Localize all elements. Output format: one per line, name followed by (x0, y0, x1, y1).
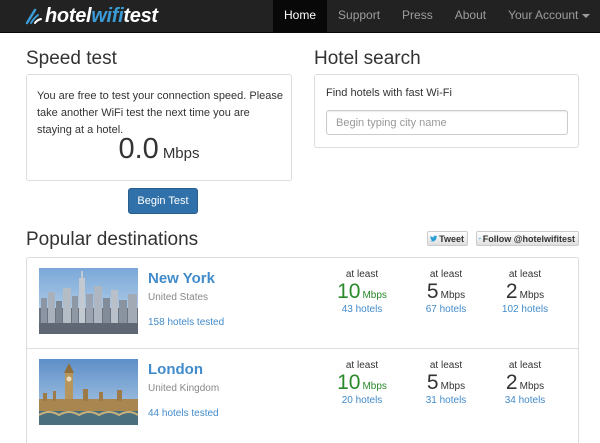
nav-your-account[interactable]: Your Account (497, 0, 600, 33)
destination-city-link[interactable]: London (148, 361, 203, 378)
nav-about[interactable]: About (444, 0, 497, 33)
speed-test-description: You are free to test your connection spe… (37, 90, 284, 136)
hotel-search-panel: Find hotels with fast Wi-Fi (314, 74, 579, 148)
speed-tier-10: at least 10 Mbps 43 hotels (327, 269, 397, 315)
speed-number: 10 (337, 371, 361, 394)
speed-readout: 0.0 Mbps (27, 133, 291, 166)
speed-unit: Mbps (362, 381, 387, 392)
speed-test-heading: Speed test (26, 48, 117, 69)
speed-unit: Mbps (440, 290, 466, 301)
destination-country: United Kingdom (148, 383, 220, 394)
hotels-count-link[interactable]: 67 hotels (411, 304, 481, 315)
speed-unit: Mbps (162, 145, 200, 162)
begin-test-button[interactable]: Begin Test (128, 188, 198, 214)
hotels-count-link[interactable]: 34 hotels (490, 395, 560, 406)
speed-unit: Mbps (519, 381, 545, 392)
hotels-count-link[interactable]: 20 hotels (327, 395, 397, 406)
speed-tier-value: 10 Mbps (337, 371, 387, 394)
speed-number: 2 (505, 280, 518, 303)
speed-tier-value: 2 Mbps (506, 371, 544, 394)
brand-text-wifi: wifi (91, 4, 124, 27)
hotels-count-link[interactable]: 102 hotels (490, 304, 560, 315)
follow-label: Follow @hotelwifitest (482, 233, 575, 244)
at-least-label: at least (345, 269, 379, 280)
brand-name: hotelwifitest (45, 5, 158, 28)
hotels-count-link[interactable]: 31 hotels (411, 395, 481, 406)
speed-tier-5: at least 5 Mbps 67 hotels (411, 269, 481, 315)
hotels-tested-link[interactable]: 158 hotels tested (148, 317, 224, 328)
nav-home[interactable]: Home (273, 0, 328, 33)
main-nav: Home Support Press About Your Account (273, 0, 600, 33)
popular-destinations-heading: Popular destinations (26, 229, 199, 250)
speed-number: 10 (337, 280, 361, 303)
brand-logo[interactable]: hotelwifitest (25, 4, 158, 28)
speed-unit: Mbps (519, 290, 545, 301)
chevron-down-icon (582, 13, 591, 18)
at-least-label: at least (345, 360, 379, 371)
destinations-panel: New York United States 158 hotels tested… (26, 257, 579, 443)
brand-text-hotel: hotel (45, 4, 92, 27)
destination-row-london: London United Kingdom 44 hotels tested a… (27, 348, 578, 438)
destination-row-new-york: New York United States 158 hotels tested… (27, 258, 578, 348)
navbar: hotelwifitest Home Support Press About Y… (0, 0, 600, 33)
speed-test-panel: You are free to test your connection spe… (26, 74, 292, 181)
at-least-label: at least (429, 269, 463, 280)
speed-number: 5 (426, 280, 439, 303)
speed-value: 0.0 (118, 133, 159, 165)
follow-button[interactable]: Follow @hotelwifitest (476, 231, 579, 246)
speed-unit: Mbps (440, 381, 466, 392)
find-hotels-label: Find hotels with fast Wi-Fi (326, 87, 452, 99)
speed-tier-5: at least 5 Mbps 31 hotels (411, 360, 481, 406)
twitter-bird-icon (479, 237, 481, 240)
speed-tier-value: 2 Mbps (506, 280, 544, 303)
tweet-label: Tweet (439, 233, 464, 244)
nav-support[interactable]: Support (327, 0, 391, 33)
speed-tier-2: at least 2 Mbps 102 hotels (490, 269, 560, 315)
hotel-search-heading: Hotel search (314, 48, 421, 69)
at-least-label: at least (429, 360, 463, 371)
at-least-label: at least (508, 269, 542, 280)
your-account-label: Your Account (508, 8, 579, 22)
destination-city-link[interactable]: New York (148, 270, 215, 287)
destination-country: United States (148, 292, 209, 303)
at-least-label: at least (508, 360, 542, 371)
speed-tier-2: at least 2 Mbps 34 hotels (490, 360, 560, 406)
speed-unit: Mbps (362, 290, 387, 301)
hotels-count-link[interactable]: 43 hotels (327, 304, 397, 315)
wifi-logo-icon (25, 8, 42, 25)
tweet-button[interactable]: Tweet (427, 231, 468, 246)
twitter-bird-icon (430, 235, 438, 242)
speed-number: 2 (505, 371, 518, 394)
nav-press[interactable]: Press (391, 0, 444, 33)
speed-tier-value: 5 Mbps (427, 280, 465, 303)
speed-number: 5 (426, 371, 439, 394)
brand-text-test: test (123, 4, 158, 27)
speed-tier-value: 5 Mbps (427, 371, 465, 394)
city-search-input[interactable] (326, 110, 568, 135)
hotels-tested-link[interactable]: 44 hotels tested (148, 408, 219, 419)
new-york-photo[interactable] (39, 268, 138, 334)
london-photo[interactable] (39, 359, 138, 425)
speed-tier-10: at least 10 Mbps 20 hotels (327, 360, 397, 406)
speed-tier-value: 10 Mbps (337, 280, 387, 303)
